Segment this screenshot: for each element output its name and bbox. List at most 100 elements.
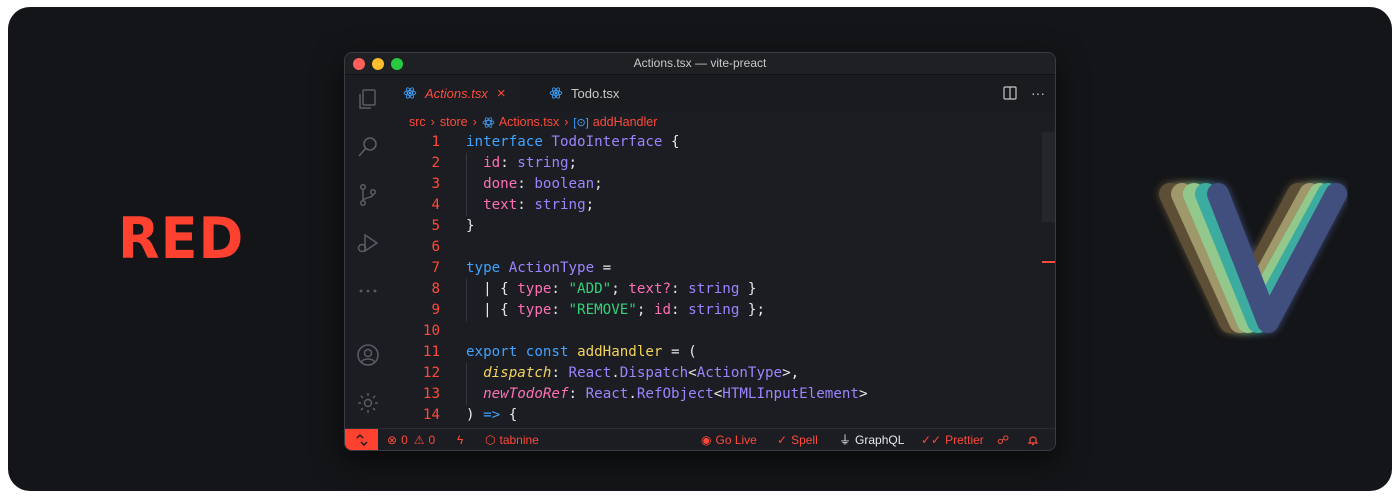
code-token: : bbox=[551, 281, 569, 297]
code-token: text? bbox=[628, 281, 672, 297]
account-icon[interactable] bbox=[356, 343, 380, 367]
code-token: : bbox=[551, 365, 569, 381]
line-number: 12 bbox=[422, 365, 440, 381]
check-icon: ✓ bbox=[777, 432, 788, 447]
line-number: 8 bbox=[431, 281, 440, 297]
editor-window: Actions.tsx — vite-preact Actions.tsx × … bbox=[344, 52, 1056, 451]
breadcrumb-store[interactable]: store bbox=[440, 115, 468, 129]
tab-label: Actions.tsx bbox=[425, 85, 488, 101]
tabnine-icon: ⬡ bbox=[485, 432, 496, 447]
code-token: RefObject bbox=[636, 386, 714, 402]
line-number: 11 bbox=[422, 344, 440, 360]
code-token: ; bbox=[585, 197, 595, 213]
code-token: text bbox=[483, 197, 518, 213]
go-live-button[interactable]: ◉ Go Live bbox=[701, 429, 757, 450]
code-token: : bbox=[517, 197, 535, 213]
line-number: 13 bbox=[422, 386, 440, 402]
run-debug-icon[interactable] bbox=[356, 231, 380, 255]
spell-check-status[interactable]: ✓ Spell bbox=[777, 429, 818, 450]
tab-label: Todo.tsx bbox=[571, 85, 620, 101]
tab-actions-tsx[interactable]: Actions.tsx × bbox=[391, 75, 519, 111]
code-token: < bbox=[713, 386, 723, 402]
status-bar: ⊗ 0 ⚠ 0 ϟ ⬡ tabnine ◉ Go Live ✓ Spell ⏚ … bbox=[345, 428, 1055, 450]
notifications-bell-icon[interactable] bbox=[1027, 429, 1039, 450]
code-token: | { bbox=[466, 302, 518, 318]
settings-gear-icon[interactable] bbox=[356, 391, 380, 415]
line-number: 2 bbox=[431, 155, 440, 171]
chevron-right-icon: › bbox=[472, 115, 477, 129]
explorer-icon[interactable] bbox=[356, 87, 380, 111]
plug-icon: ⏚ bbox=[839, 433, 852, 447]
prettier-status[interactable]: ✓✓ Prettier bbox=[921, 429, 984, 450]
code-text: } bbox=[466, 216, 475, 237]
code-editor[interactable]: 1 interface TodoInterface {2 id: string; 3… bbox=[391, 132, 1041, 427]
code-token: dispatch bbox=[483, 365, 552, 381]
remote-icon bbox=[355, 433, 368, 446]
code-token: string bbox=[517, 155, 569, 171]
code-token: boolean bbox=[534, 176, 595, 192]
graphql-status[interactable]: ⏚ GraphQL bbox=[839, 429, 904, 450]
breadcrumb-symbol[interactable]: addHandler bbox=[593, 115, 658, 129]
code-token: React bbox=[585, 386, 629, 402]
warning-icon: ⚠ bbox=[413, 432, 425, 447]
title-bar: Actions.tsx — vite-preact bbox=[345, 53, 1055, 75]
remote-indicator[interactable] bbox=[345, 429, 378, 450]
code-text: ) => { bbox=[466, 405, 517, 426]
more-actions-icon[interactable]: ··· bbox=[1031, 85, 1045, 101]
code-token: >, bbox=[782, 365, 800, 381]
line-number: 9 bbox=[431, 302, 440, 318]
source-control-icon[interactable] bbox=[356, 183, 380, 207]
code-token: | { bbox=[466, 281, 518, 297]
react-icon bbox=[403, 87, 417, 99]
code-token: { bbox=[662, 134, 680, 150]
code-text: newTodoRef: React.RefObject<HTMLInputEle… bbox=[466, 384, 867, 405]
error-icon: ⊗ bbox=[387, 432, 398, 447]
code-token: interface bbox=[466, 134, 543, 150]
line-number: 7 bbox=[431, 260, 440, 276]
tabnine-status[interactable]: ⬡ tabnine bbox=[485, 429, 539, 450]
feedback-icon[interactable]: ☍ bbox=[997, 429, 1009, 450]
code-token: : bbox=[517, 176, 535, 192]
code-token: string bbox=[534, 197, 586, 213]
code-token: id bbox=[653, 302, 672, 318]
overview-ruler-marker bbox=[1042, 261, 1055, 263]
code-token: { bbox=[500, 407, 518, 423]
code-token: string bbox=[688, 302, 740, 318]
window-title: Actions.tsx — vite-preact bbox=[633, 56, 767, 70]
code-token: : bbox=[671, 281, 689, 297]
line-number: 10 bbox=[422, 323, 440, 339]
code-token: React bbox=[568, 365, 612, 381]
v-logo-icon bbox=[1159, 183, 1347, 333]
code-token: type bbox=[517, 281, 552, 297]
code-token: ) bbox=[466, 407, 484, 423]
code-token: ; bbox=[611, 281, 629, 297]
code-token: newTodoRef bbox=[483, 386, 569, 402]
code-token: = bbox=[594, 260, 612, 276]
code-text: type ActionType = bbox=[466, 258, 611, 279]
breadcrumb-file[interactable]: Actions.tsx bbox=[499, 115, 559, 129]
line-number: 3 bbox=[431, 176, 440, 192]
code-text: interface TodoInterface { bbox=[466, 132, 680, 153]
search-icon[interactable] bbox=[356, 135, 380, 159]
vertical-scrollbar[interactable] bbox=[1042, 132, 1055, 222]
lightning-icon[interactable]: ϟ bbox=[457, 429, 463, 450]
brand-wordmark: RED bbox=[118, 205, 245, 272]
code-token: } bbox=[739, 281, 757, 297]
problems-indicator[interactable]: ⊗ 0 ⚠ 0 bbox=[387, 429, 435, 450]
tab-todo-tsx[interactable]: Todo.tsx bbox=[519, 75, 631, 111]
code-token: => bbox=[483, 407, 501, 423]
breadcrumb-src[interactable]: src bbox=[409, 115, 426, 129]
close-tab-icon[interactable]: × bbox=[497, 85, 506, 102]
more-views-icon[interactable] bbox=[356, 279, 380, 303]
code-text: done: boolean; bbox=[466, 174, 603, 195]
tab-actions: ··· bbox=[1003, 75, 1045, 111]
code-token: ActionType bbox=[508, 260, 595, 276]
line-number: 6 bbox=[431, 239, 440, 255]
code-text: id: string; bbox=[466, 153, 577, 174]
code-text: | { type: "REMOVE"; id: string }; bbox=[466, 300, 765, 321]
split-editor-icon[interactable] bbox=[1003, 86, 1017, 100]
